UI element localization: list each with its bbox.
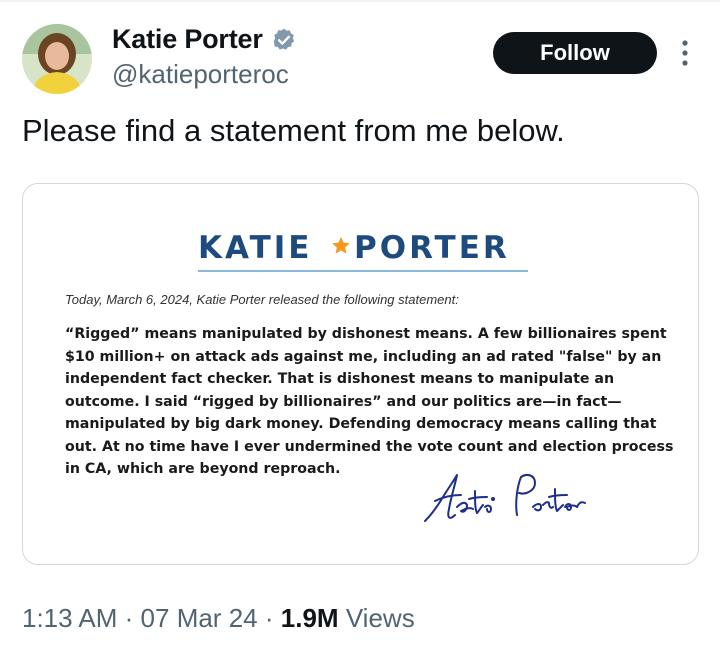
statement-body: “Rigged” means manipulated by dishonest … [65, 323, 674, 481]
tweet-time[interactable]: 1:13 AM [22, 603, 117, 633]
author-name[interactable]: Katie Porter [112, 24, 263, 55]
statement-line: “Rigged” means manipulated by dishonest … [65, 326, 667, 342]
statement-line: out. At no time have I ever undermined t… [65, 438, 674, 455]
handwritten-signature [424, 474, 586, 522]
statement-line: manipulated by big dark money. Defending… [65, 416, 657, 432]
views-count: 1.9M [280, 603, 339, 633]
statement-dateline: Today, March 6, 2024, Katie Porter relea… [65, 292, 459, 307]
logo-text-right: PORTER [354, 230, 510, 266]
more-vertical-icon[interactable] [677, 38, 693, 68]
top-divider [0, 0, 720, 2]
tweet-meta: 1:13 AM · 07 Mar 24 · 1.9M Views [22, 603, 415, 634]
follow-button[interactable]: Follow [493, 32, 657, 74]
logo-text-left: KATIE [198, 230, 313, 266]
tweet-text: Please find a statement from me below. [22, 113, 565, 148]
author-row: Katie Porter [112, 24, 297, 55]
meta-separator: · [124, 603, 134, 633]
meta-separator: · [264, 603, 274, 633]
statement-line: independent fact checker. That is dishon… [65, 371, 615, 387]
star-icon [332, 237, 350, 254]
avatar[interactable] [22, 24, 92, 94]
verified-badge-icon [273, 28, 294, 50]
tweet-date[interactable]: 07 Mar 24 [141, 603, 258, 633]
statement-line: outcome. I said “rigged by billionaires”… [65, 393, 622, 410]
views-label: Views [345, 603, 415, 633]
logo-underline [198, 270, 528, 272]
campaign-logo: KATIE PORTER [198, 230, 528, 278]
author-handle[interactable]: @katieporteroc [112, 59, 289, 90]
statement-image-card[interactable]: KATIE PORTER Today, March 6, 2024, Katie… [22, 183, 699, 565]
statement-line: $10 million+ on attack ads against me, i… [65, 348, 662, 365]
